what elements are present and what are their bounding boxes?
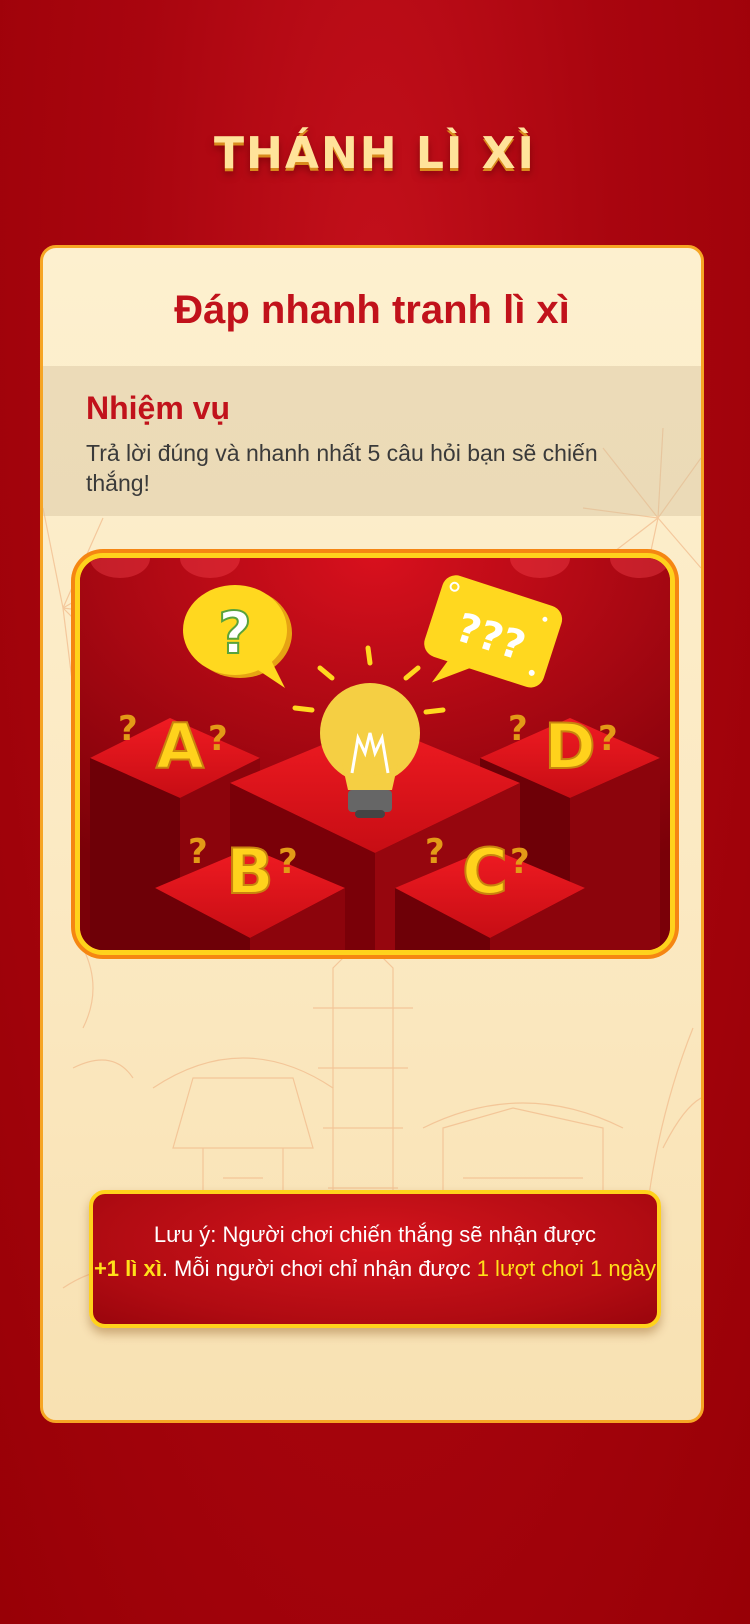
option-a-label: A [156,710,204,783]
notice-line1: Lưu ý: Người chơi chiến thắng sẽ nhận đư… [153,1222,597,1247]
notice-middle: . Mỗi người chơi chỉ nhận được [161,1256,477,1281]
bubble-question-mark: ? [218,599,252,667]
question-mark-icon: ? [278,842,298,882]
question-mark-icon: ? [118,709,138,749]
page-title: THÁNH LÌ XÌ [214,128,536,179]
game-card: Đáp nhanh tranh lì xì Nhiệm vụ Trả lời đ… [40,245,704,1423]
question-mark-icon: ? [188,832,208,872]
question-mark-icon: ? [425,832,445,872]
question-mark-icon: ? [508,709,528,749]
question-mark-icon: ? [598,719,618,759]
mission-heading: Nhiệm vụ [86,390,231,426]
question-mark-icon: ? [208,719,228,759]
option-c-label: C [462,835,508,908]
option-b-label: B [226,835,273,908]
option-d-label: D [544,710,595,783]
quiz-scene: ? ??? A D B C ? ? ? ? ? ? ? ? [80,558,670,950]
mission-description: Trả lời đúng và nhanh nhất 5 câu hỏi bạn… [86,440,598,496]
notice-limit: 1 lượt chơi 1 ngày [476,1256,657,1281]
question-mark-icon: ? [510,842,530,882]
notice-reward: +1 lì xì [93,1256,162,1281]
quiz-illustration: ? ??? A D B C ? ? ? ? ? ? ? ? [75,553,675,955]
card-title: Đáp nhanh tranh lì xì [174,288,570,332]
mission-panel: Nhiệm vụ Trả lời đúng và nhanh nhất 5 câ… [43,366,701,516]
notice-box: Lưu ý: Người chơi chiến thắng sẽ nhận đư… [89,1190,661,1328]
